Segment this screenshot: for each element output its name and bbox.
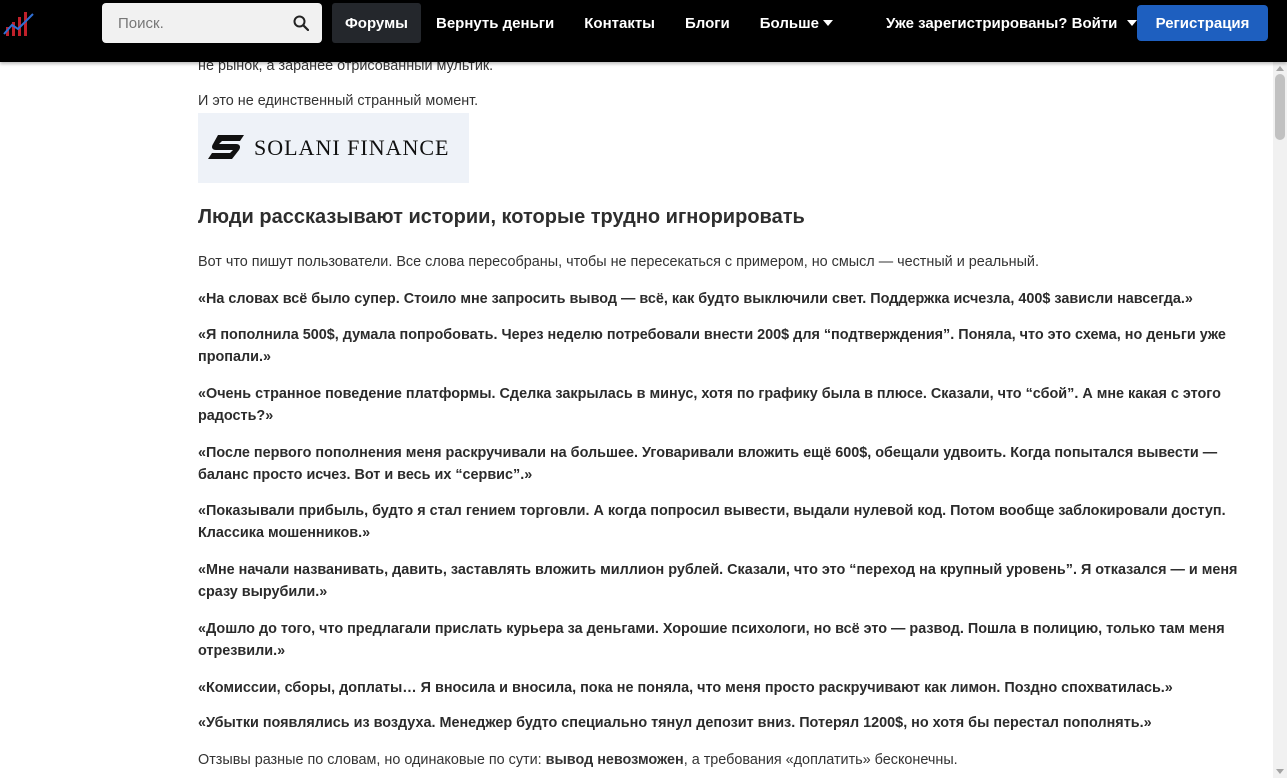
closing-emphasis: вывод невозможен xyxy=(545,752,684,768)
quote-item: «После первого пополнения меня раскручив… xyxy=(198,445,1218,483)
solani-finance-banner: SOLANI FINANCE xyxy=(198,113,469,183)
page-scrollbar[interactable] xyxy=(1273,62,1287,778)
scroll-up-icon[interactable] xyxy=(1276,66,1284,71)
banner-wordmark: SOLANI FINANCE xyxy=(254,135,450,160)
chevron-down-icon xyxy=(822,20,833,26)
closing-text-start: Отзывы разные по словам, но одинаковые п… xyxy=(198,752,546,768)
article-intro: И это не единственный странный момент. xyxy=(198,93,479,109)
login-link[interactable]: Уже зарегистрированы? Войти xyxy=(886,3,1138,43)
quote-item: «Убытки появлялись из воздуха. Менеджер … xyxy=(198,715,1152,731)
search-icon[interactable] xyxy=(293,15,309,31)
search-input[interactable] xyxy=(102,3,282,43)
main-nav: Форумы Вернуть деньги Контакты Блоги Бол… xyxy=(332,3,848,43)
nav-contacts[interactable]: Контакты xyxy=(569,3,670,43)
quote-item: «Очень странное поведение платформы. Сде… xyxy=(198,386,1221,424)
scrollbar-thumb[interactable] xyxy=(1275,74,1285,140)
quote-item: «Мне начали названивать, давить, заставл… xyxy=(198,562,1238,600)
quote-item: «Комиссии, сборы, доплаты… Я вносила и в… xyxy=(198,680,1173,696)
article-closing: Отзывы разные по словам, но одинаковые п… xyxy=(198,749,1238,771)
quote-item: «Показывали прибыль, будто я стал гением… xyxy=(198,503,1226,541)
nav-more-label: Больше xyxy=(759,14,819,32)
article-lead: Вот что пишут пользователи. Все слова пе… xyxy=(198,254,1039,270)
login-label: Уже зарегистрированы? Войти xyxy=(886,14,1118,32)
quote-item: «Я пополнила 500$, думала попробовать. Ч… xyxy=(198,327,1226,365)
top-navbar: Форумы Вернуть деньги Контакты Блоги Бол… xyxy=(0,0,1287,62)
register-button[interactable]: Регистрация xyxy=(1137,5,1268,41)
closing-text-end: , а требования «доплатить» бесконечны. xyxy=(683,752,958,768)
scroll-down-icon[interactable] xyxy=(1276,769,1284,774)
solani-logo-icon xyxy=(208,135,244,159)
nav-more[interactable]: Больше xyxy=(745,3,848,43)
chevron-down-icon xyxy=(1127,20,1138,26)
nav-forums[interactable]: Форумы xyxy=(332,3,421,43)
quote-item: «На словах всё было супер. Стоило мне за… xyxy=(198,291,1193,307)
search-box xyxy=(102,3,322,43)
nav-refund[interactable]: Вернуть деньги xyxy=(421,3,569,43)
quote-item: «Дошло до того, что предлагали прислать … xyxy=(198,621,1225,659)
section-heading: Люди рассказывают истории, которые трудн… xyxy=(198,206,805,228)
site-logo-icon[interactable] xyxy=(3,10,35,38)
nav-blogs[interactable]: Блоги xyxy=(670,3,745,43)
